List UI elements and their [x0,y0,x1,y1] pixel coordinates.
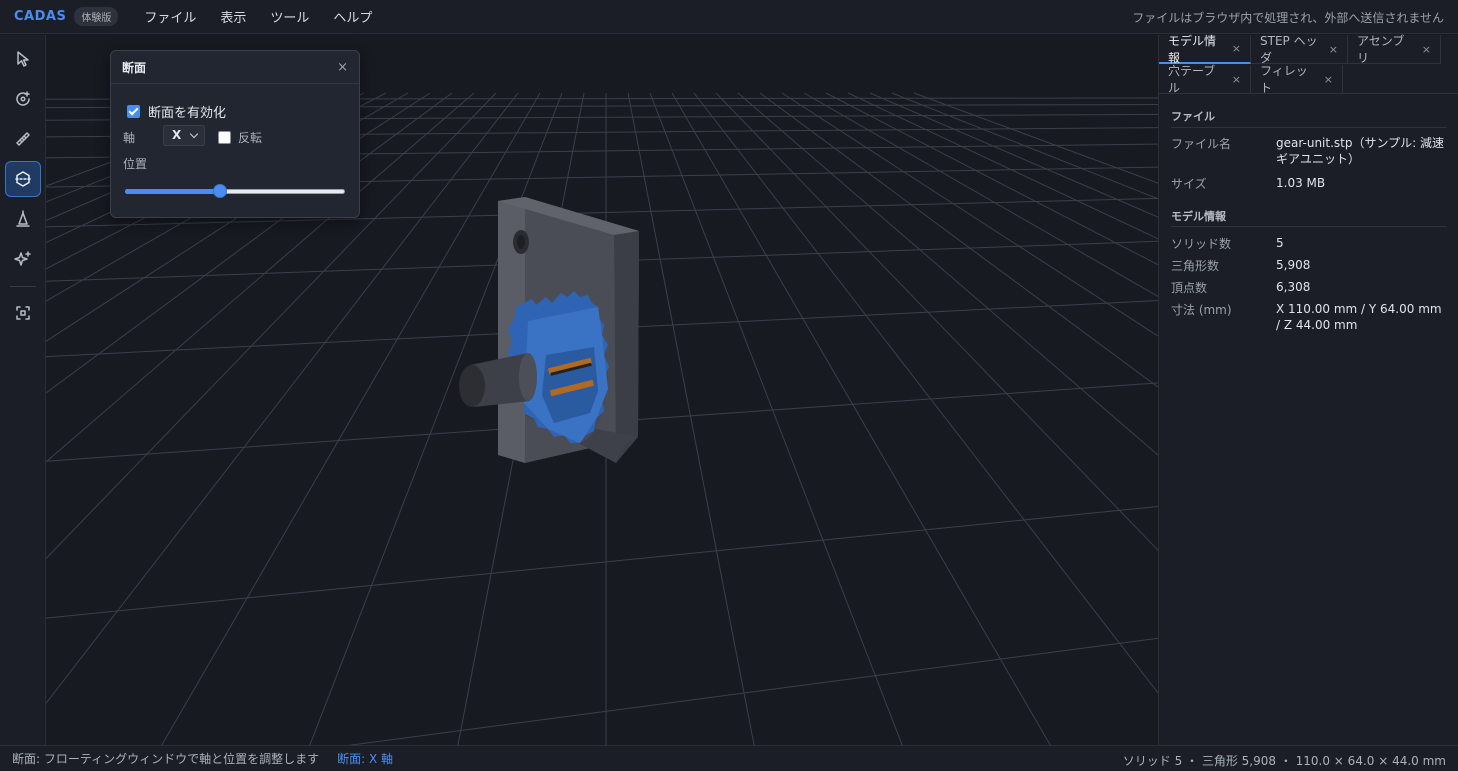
grid-line [869,92,1158,218]
vertices-key: 頂点数 [1171,281,1208,295]
close-icon[interactable]: × [1329,43,1338,56]
close-icon[interactable]: × [1232,42,1241,55]
section-panel: 断面 × 断面を有効化 軸 X 反転 位置 [110,50,360,218]
grid-line [913,92,1158,184]
orbit-icon [16,91,30,106]
draft-tool-button[interactable] [5,201,41,237]
grid-line [737,92,1158,456]
dims-value: X 110.00 mm / Y 64.00 mm / Z 44.00 mm [1276,302,1442,332]
close-icon[interactable]: × [1422,43,1431,56]
sparkle-icon [14,251,31,266]
tab-hole-table[interactable]: 穴テーブル × [1159,64,1251,95]
slider-thumb[interactable] [212,184,227,198]
position-slider[interactable] [125,184,345,198]
section-divider [1171,226,1447,227]
grid-line [825,92,1158,266]
menu-help[interactable]: ヘルプ [333,7,372,26]
left-toolbar [0,35,46,745]
solids-value: 5 [1276,236,1284,250]
effects-tool-button[interactable] [5,241,41,277]
menu-view[interactable]: 表示 [220,7,246,26]
tab-label: モデル情報 [1168,33,1217,65]
close-icon[interactable]: × [1324,73,1333,86]
top-bar: CADAS 体験版 ファイル 表示 ツール ヘルプ ファイルはブラウザ内で処理さ… [0,0,1458,34]
app-brand: CADAS [14,9,67,24]
status-bar: 断面: フローティングウィンドウで軸と位置を調整します 断面: X 軸 ソリッド… [0,745,1458,771]
section-divider [1171,127,1447,128]
status-stats: ソリッド 5 ・ 三角形 5,908 ・ 110.0 × 64.0 × 44.0… [1122,754,1446,768]
section-plane-icon [15,171,31,187]
size-key: サイズ [1171,177,1207,191]
measure-tool-button[interactable] [5,121,41,157]
flip-row[interactable]: 反転 [218,129,262,146]
tab-fillet[interactable]: フィレット × [1251,64,1343,95]
grid-line [649,92,903,745]
grid-line [847,92,1158,240]
position-label: 位置 [123,157,148,171]
filename-key: ファイル名 [1171,137,1232,151]
orbit-tool-button[interactable] [5,81,41,117]
enable-section-checkbox[interactable] [127,105,140,118]
grid-line [347,637,1158,745]
flip-checkbox[interactable] [218,131,231,144]
tab-label: フィレット [1260,64,1308,95]
enable-section-label: 断面を有効化 [148,106,227,121]
flip-label: 反転 [238,131,263,145]
status-hint: 断面: フローティングウィンドウで軸と位置を調整します [12,752,320,766]
cursor-arrow-icon [17,51,29,67]
grid-line [759,92,1158,388]
close-icon[interactable]: × [337,60,348,75]
solids-key: ソリッド数 [1171,237,1232,251]
privacy-note: ファイルはブラウザ内で処理され、外部へ送信されません [1132,11,1444,25]
tab-label: 穴テーブル [1168,64,1216,95]
file-section-title: ファイル [1171,110,1215,123]
close-icon[interactable]: × [1232,73,1241,86]
filename-value: gear-unit.stp（サンプル: 減速ギアユニット） [1276,136,1444,166]
axis-label: 軸 [123,131,136,145]
enable-section-row[interactable]: 断面を有効化 [127,102,226,121]
tab-label: アセンブリ [1357,34,1405,65]
tab-step-header[interactable]: STEP ヘッダ × [1251,34,1348,65]
draft-analysis-icon [16,210,30,227]
dims-key: 寸法 (mm) [1171,303,1232,317]
tab-model-info[interactable]: モデル情報 × [1159,33,1251,65]
ruler-icon [16,132,30,146]
axis-select[interactable]: X [163,125,205,146]
triangles-key: 三角形数 [1171,259,1220,273]
size-value: 1.03 MB [1276,176,1326,190]
panel-tabs: モデル情報 × STEP ヘッダ × アセンブリ × 穴テーブル × フィレット × [1159,33,1458,95]
trial-badge: 体験版 [74,7,119,26]
fit-view-button[interactable] [5,295,41,331]
grid-line [46,505,1158,619]
menu-tools[interactable]: ツール [270,7,309,26]
status-mode: 断面: X 軸 [337,752,394,766]
vertices-value: 6,308 [1276,280,1311,294]
model-section-title: モデル情報 [1171,210,1226,223]
menu-file[interactable]: ファイル [144,7,196,26]
grid-line [803,92,1158,298]
fit-view-icon [16,306,30,320]
section-panel-title: 断面 [122,60,147,75]
grid-line [781,92,1158,337]
right-panel: モデル情報 × STEP ヘッダ × アセンブリ × 穴テーブル × フィレット × ファ… [1158,33,1458,745]
section-panel-header[interactable]: 断面 × [111,51,359,84]
tab-label: STEP ヘッダ [1260,34,1318,65]
slider-fill [125,189,220,194]
toolbar-divider [10,286,36,287]
tab-assembly[interactable]: アセンブリ × [1348,34,1441,65]
triangles-value: 5,908 [1276,258,1311,272]
grid-line [891,92,1158,200]
select-tool-button[interactable] [5,41,41,77]
shaft [459,353,537,407]
section-tool-button[interactable] [5,161,41,197]
